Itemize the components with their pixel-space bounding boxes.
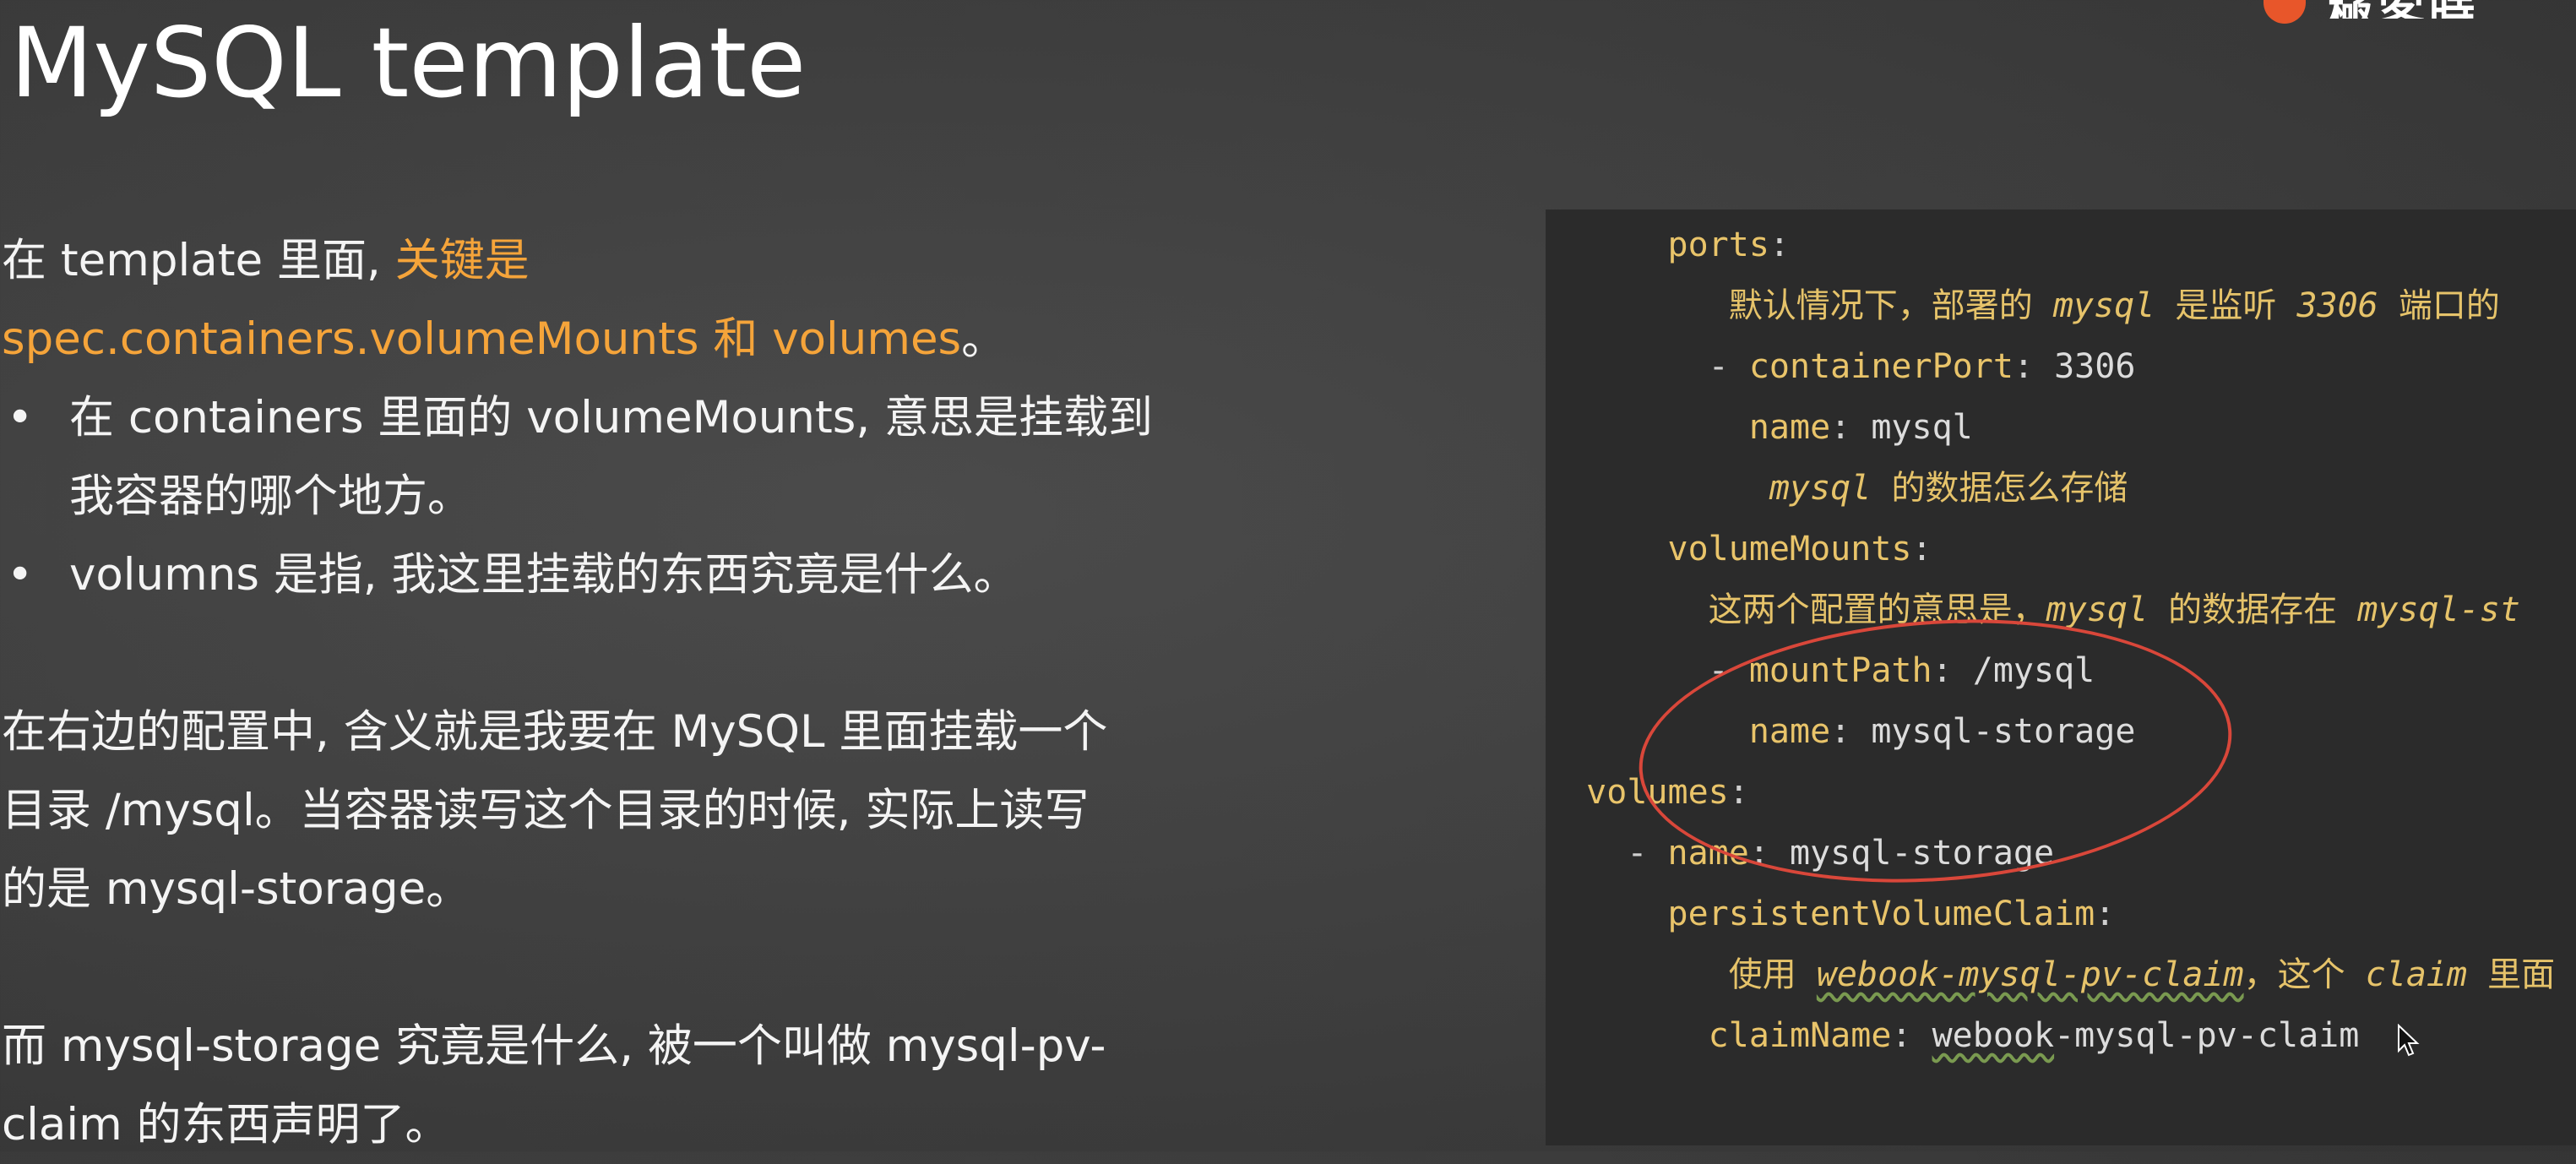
brand-logo: 極客時 [2264, 0, 2480, 24]
slide-title: MySQL template [10, 7, 807, 119]
code-line-ports: ports: [1667, 226, 1791, 264]
intro-highlight-2: spec.containers.volumeMounts 和 volumes [2, 313, 962, 365]
code-comment-ports: 默认情况下，部署的 mysql 是监听 3306 端口的 [1728, 286, 2500, 325]
code-line-port-name: name: mysql [1748, 408, 1973, 447]
code-line-pvc: persistentVolumeClaim: [1667, 895, 2116, 933]
code-comment-pvc: 使用 webook-mysql-pv-claim，这个 claim 里面 [1728, 955, 2556, 994]
logo-wordmark: 極客時 [2328, 0, 2480, 19]
para2-line-3: 的是 mysql-storage。 [2, 863, 471, 915]
intro-line-1: 在 template 里面, 关键是 [2, 235, 530, 286]
bullet-dot-icon: • [7, 392, 34, 443]
para3-line-2: claim 的东西声明了。 [2, 1099, 450, 1150]
para2-line-1: 在右边的配置中, 含义就是我要在 MySQL 里面挂载一个 [2, 706, 1108, 758]
bullet-dot-icon: • [7, 549, 34, 601]
intro-line-2: spec.containers.volumeMounts 和 volumes。 [2, 313, 1007, 365]
bullet-item-volume-mounts: • 在 containers 里面的 volumeMounts, 意思是挂载到 … [2, 378, 1353, 536]
bullet-item-volumes: • volumns 是指, 我这里挂载的东西究竟是什么。 [2, 536, 1353, 614]
intro-highlight-1: 关键是 [394, 235, 530, 286]
code-line-container-port: - containerPort: 3306 [1708, 347, 2136, 386]
logo-icon [2264, 0, 2306, 24]
para2-line-2: 目录 /mysql。当容器读写这个目录的时候, 实际上读写 [2, 785, 1090, 836]
code-line-volume-mounts: volumeMounts: [1667, 530, 1932, 568]
slide-body: 在 template 里面, 关键是 spec.containers.volum… [2, 221, 1353, 1164]
code-comment-storage: mysql 的数据怎么存储 [1769, 469, 2128, 508]
para3-line-1: 而 mysql-storage 究竟是什么, 被一个叫做 mysql-pv- [2, 1020, 1106, 1072]
